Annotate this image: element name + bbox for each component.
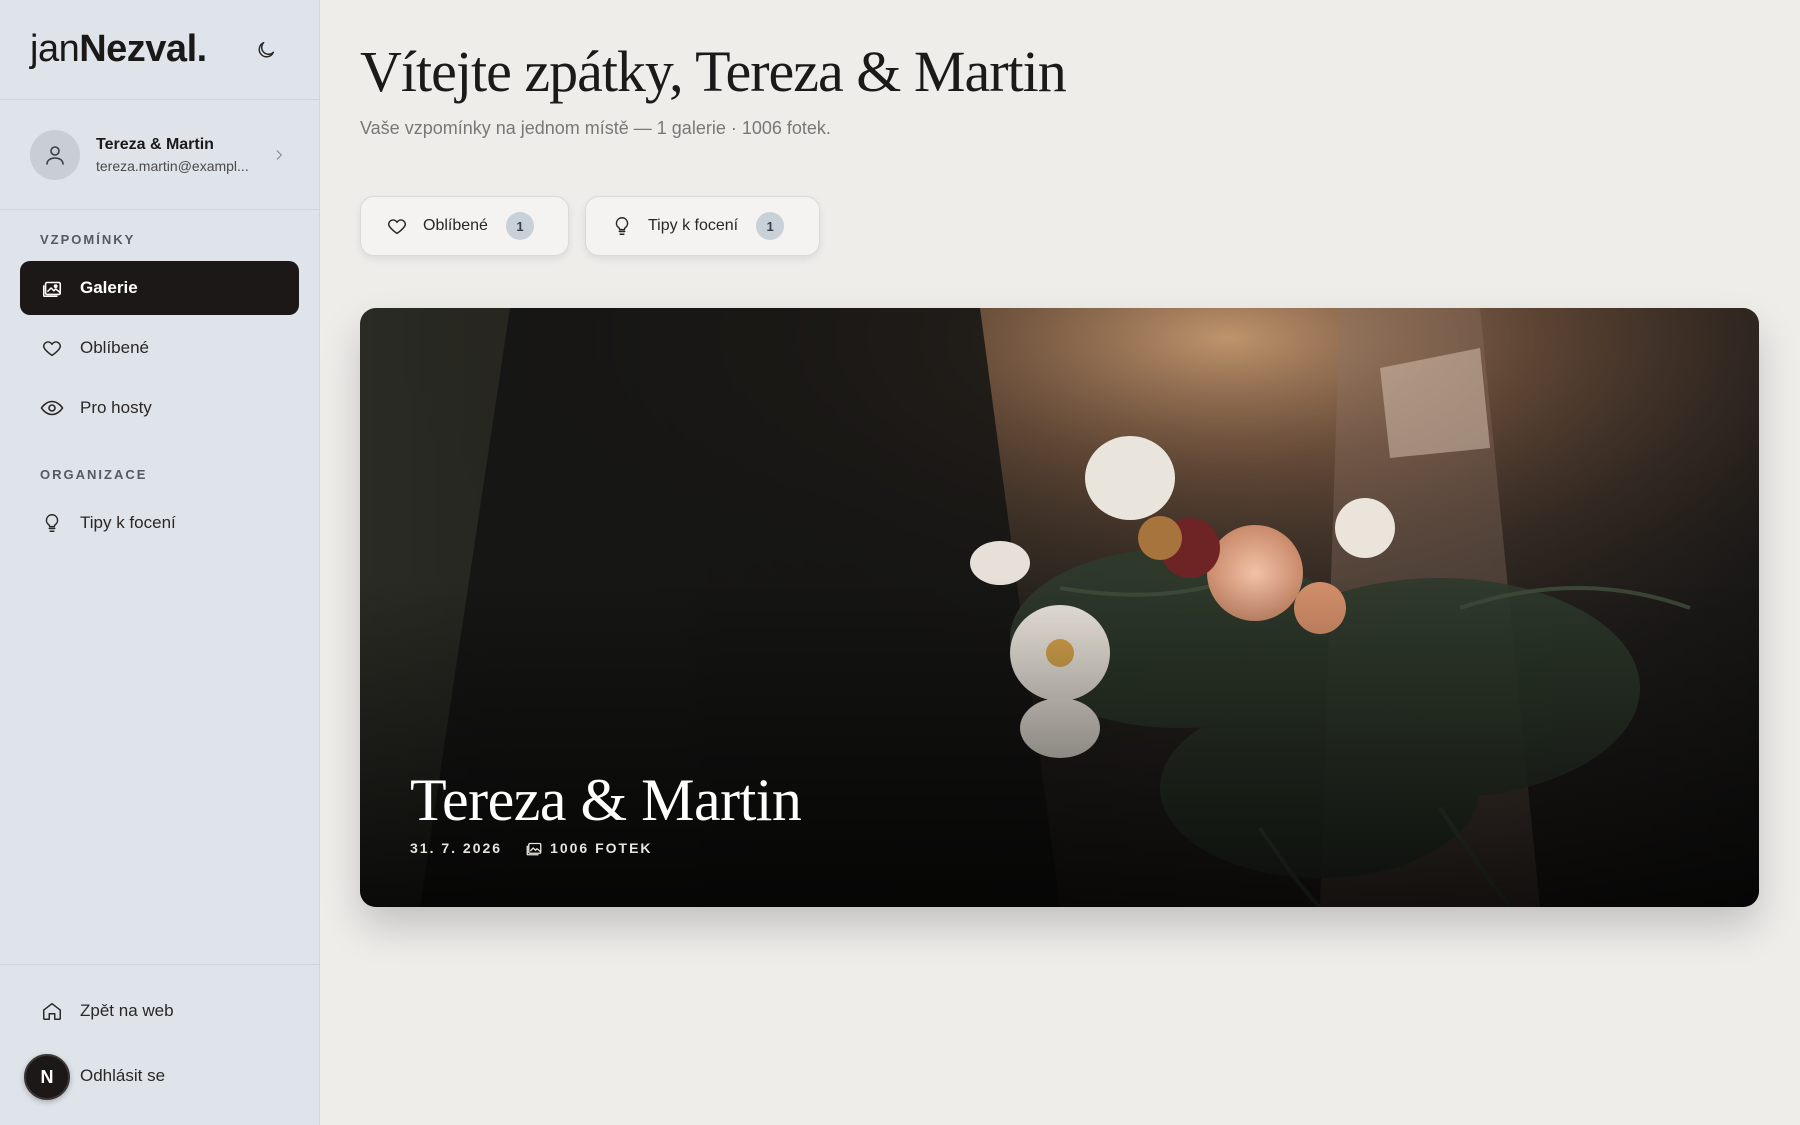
- gallery-photo-count: 1006 FOTEK: [550, 840, 653, 856]
- user-profile-button[interactable]: Tereza & Martin tereza.martin@exampl...: [0, 100, 319, 210]
- section-label-organizace: ORGANIZACE: [40, 467, 148, 482]
- heart-icon: [385, 214, 409, 238]
- sidebar-item-tipy-k-foceni[interactable]: Tipy k focení: [20, 496, 299, 550]
- framework-badge-icon[interactable]: N: [24, 1054, 70, 1100]
- chip-oblibene[interactable]: Oblíbené 1: [360, 196, 569, 256]
- page-title: Vítejte zpátky, Tereza & Martin: [360, 39, 1067, 104]
- gallery-meta: 31. 7. 2026 1006 FOTEK: [410, 838, 653, 858]
- photos-icon: [524, 838, 544, 858]
- brand-suffix: .: [196, 28, 208, 70]
- avatar: [30, 129, 80, 180]
- user-name: Tereza & Martin: [96, 135, 214, 153]
- brand-row: janNezval.: [0, 0, 319, 100]
- lightbulb-icon: [610, 214, 634, 238]
- gallery-icon: [40, 276, 64, 300]
- eye-icon: [40, 396, 64, 420]
- user-icon: [46, 145, 64, 165]
- gallery-date: 31. 7. 2026: [410, 840, 503, 856]
- moon-icon: [258, 41, 275, 57]
- chip-label: Oblíbené: [423, 217, 488, 234]
- sidebar-item-label: Galerie: [80, 278, 138, 297]
- count-badge: 1: [505, 212, 534, 240]
- sidebar-item-label: Pro hosty: [80, 398, 152, 417]
- chevron-right-icon: [269, 145, 289, 165]
- section-label-vzpominky: VZPOMÍNKY: [40, 232, 136, 247]
- sidebar-item-galerie[interactable]: Galerie: [20, 261, 299, 315]
- gallery-title: Tereza & Martin: [410, 767, 802, 833]
- sidebar: janNezval. Tereza & Martin tereza.martin…: [0, 0, 320, 1125]
- sidebar-item-label: Oblíbené: [80, 338, 149, 357]
- home-icon: [40, 999, 64, 1023]
- page-subtitle: Vaše vzpomínky na jednom místě — 1 galer…: [360, 118, 831, 138]
- brand-logo[interactable]: janNezval.: [30, 28, 207, 71]
- sidebar-item-oblibene[interactable]: Oblíbené: [20, 321, 299, 375]
- sidebar-item-label: Odhlásit se: [80, 1066, 166, 1085]
- chip-label: Tipy k focení: [648, 217, 739, 234]
- sidebar-item-pro-hosty[interactable]: Pro hosty: [20, 381, 299, 435]
- user-email: tereza.martin@exampl...: [96, 157, 249, 174]
- user-info: Tereza & Martin tereza.martin@exampl...: [96, 136, 269, 174]
- theme-toggle-button[interactable]: [251, 35, 281, 65]
- brand-prefix: jan: [30, 28, 80, 70]
- sidebar-item-zpet-na-web[interactable]: Zpět na web: [20, 984, 299, 1038]
- lightbulb-icon: [40, 511, 64, 535]
- sidebar-item-label: Zpět na web: [80, 1001, 174, 1020]
- heart-icon: [40, 336, 64, 360]
- chip-tipy-k-foceni[interactable]: Tipy k focení 1: [585, 196, 820, 256]
- gallery-card[interactable]: Tereza & Martin 31. 7. 2026 1006 FOTEK: [360, 308, 1759, 907]
- count-badge: 1: [756, 212, 785, 240]
- sidebar-item-label: Tipy k focení: [80, 513, 176, 532]
- brand-name: Nezval: [79, 28, 197, 70]
- main-content: Vítejte zpátky, Tereza & Martin Vaše vzp…: [320, 0, 1800, 1125]
